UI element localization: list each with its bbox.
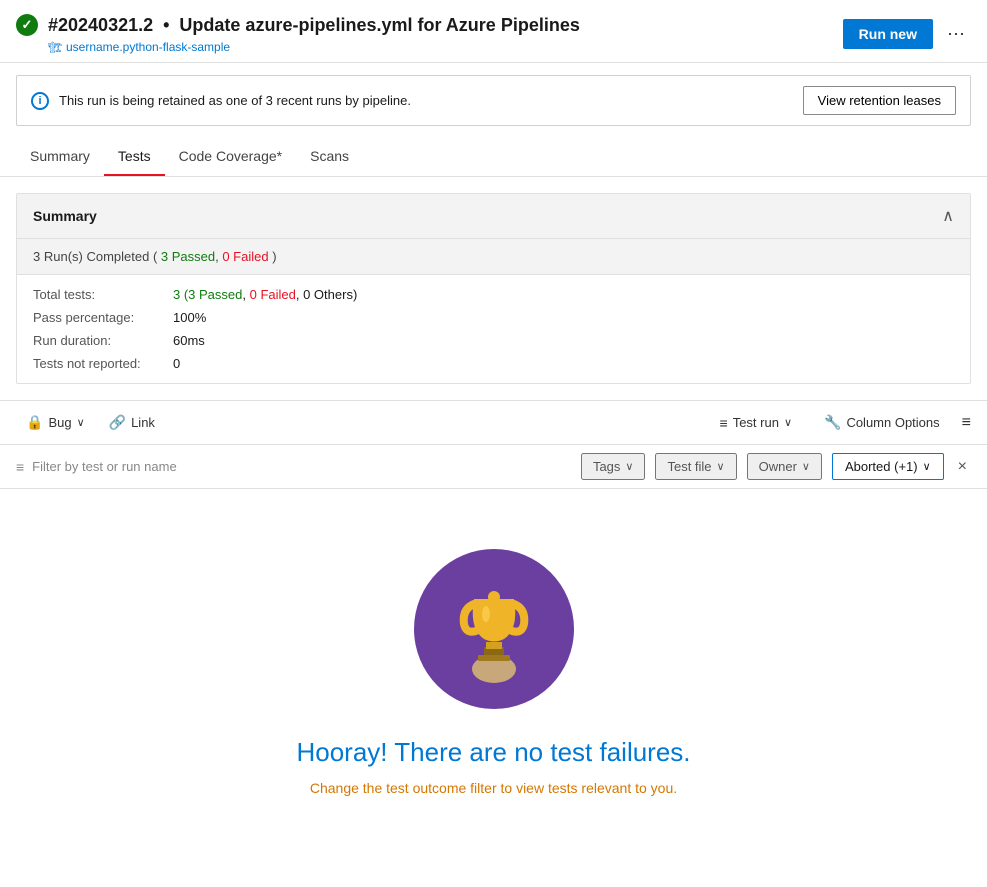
test-run-button[interactable]: ≡ Test run ∨: [710, 410, 802, 436]
test-file-chevron-icon: ∨: [717, 460, 725, 473]
close-filter-button[interactable]: ×: [954, 458, 971, 476]
tags-chevron-icon: ∨: [625, 460, 633, 473]
owner-chevron-icon: ∨: [802, 460, 810, 473]
owner-label: Owner: [759, 459, 797, 474]
test-run-label: Test run: [733, 415, 779, 430]
test-file-label: Test file: [667, 459, 711, 474]
filter-row: ≡ Filter by test or run name Tags ∨ Test…: [0, 445, 987, 489]
link-label: Link: [131, 415, 155, 430]
subtitle-link[interactable]: username.python-flask-sample: [66, 40, 230, 54]
summary-section: Summary ∧ 3 Run(s) Completed ( 3 Passed,…: [16, 193, 971, 384]
total-tests-label: Total tests:: [33, 287, 173, 302]
run-duration-label: Run duration:: [33, 333, 173, 348]
title-separator: •: [163, 15, 169, 36]
tab-scans[interactable]: Scans: [296, 138, 363, 176]
aborted-filter-chip: Aborted (+1) ∨: [832, 453, 944, 480]
link-button[interactable]: 🔗 Link: [99, 409, 165, 436]
bug-label: Bug: [48, 415, 71, 430]
filter-icon-button[interactable]: ≡: [962, 414, 971, 432]
owner-filter-button[interactable]: Owner ∨: [747, 453, 822, 480]
tabs-bar: Summary Tests Code Coverage* Scans: [0, 138, 987, 177]
bug-icon: 🔒: [26, 414, 43, 431]
bug-chevron-icon: ∨: [77, 416, 85, 429]
test-run-chevron-icon: ∨: [784, 416, 792, 429]
run-duration-value: 60ms: [173, 333, 205, 348]
trophy-circle: [414, 549, 574, 709]
column-options-label: Column Options: [846, 415, 939, 430]
page-title: Update azure-pipelines.yml for Azure Pip…: [179, 15, 579, 36]
summary-section-title: Summary: [33, 208, 97, 224]
runs-completed-bar: 3 Run(s) Completed ( 3 Passed, 0 Failed …: [17, 239, 970, 275]
filter-icon: ≡: [16, 459, 24, 475]
runs-completed-text: 3 Run(s) Completed ( 3 Passed, 0 Failed …: [33, 249, 277, 264]
tab-coverage[interactable]: Code Coverage*: [165, 138, 297, 176]
bug-button[interactable]: 🔒 Bug ∨: [16, 409, 95, 436]
repo-icon: 🏗: [48, 41, 62, 54]
tab-tests[interactable]: Tests: [104, 138, 165, 176]
success-icon: ✓: [16, 14, 38, 36]
more-options-button[interactable]: ⋯: [941, 20, 971, 49]
run-new-button[interactable]: Run new: [843, 19, 933, 49]
list-icon: ≡: [720, 415, 728, 431]
pass-pct-value: 100%: [173, 310, 206, 325]
test-file-filter-button[interactable]: Test file ∨: [655, 453, 736, 480]
trophy-icon: [434, 569, 554, 689]
tags-label: Tags: [593, 459, 620, 474]
test-toolbar: 🔒 Bug ∨ 🔗 Link ≡ Test run ∨ 🔧 Column Opt…: [0, 400, 987, 445]
filter-placeholder: Filter by test or run name: [32, 459, 177, 474]
empty-state-area: Hooray! There are no test failures. Chan…: [0, 489, 987, 836]
not-reported-label: Tests not reported:: [33, 356, 173, 371]
view-retention-leases-button[interactable]: View retention leases: [803, 86, 956, 115]
link-icon: 🔗: [109, 414, 126, 431]
empty-state-subtitle: Change the test outcome filter to view t…: [310, 780, 677, 796]
total-tests-value: 3 (3 Passed, 0 Failed, 0 Others): [173, 287, 357, 302]
info-icon: i: [31, 92, 49, 110]
aborted-label: Aborted (+1): [845, 459, 918, 474]
collapse-button[interactable]: ∧: [942, 206, 954, 226]
tags-filter-button[interactable]: Tags ∨: [581, 453, 646, 480]
pass-pct-label: Pass percentage:: [33, 310, 173, 325]
column-options-button[interactable]: 🔧 Column Options: [814, 409, 950, 436]
tab-summary[interactable]: Summary: [16, 138, 104, 176]
build-number: #20240321.2: [48, 15, 153, 36]
aborted-chevron-icon: ∨: [923, 460, 931, 473]
retention-message: This run is being retained as one of 3 r…: [59, 93, 411, 108]
not-reported-value: 0: [173, 356, 180, 371]
empty-state-title: Hooray! There are no test failures.: [296, 737, 690, 768]
column-options-icon: 🔧: [824, 414, 841, 431]
